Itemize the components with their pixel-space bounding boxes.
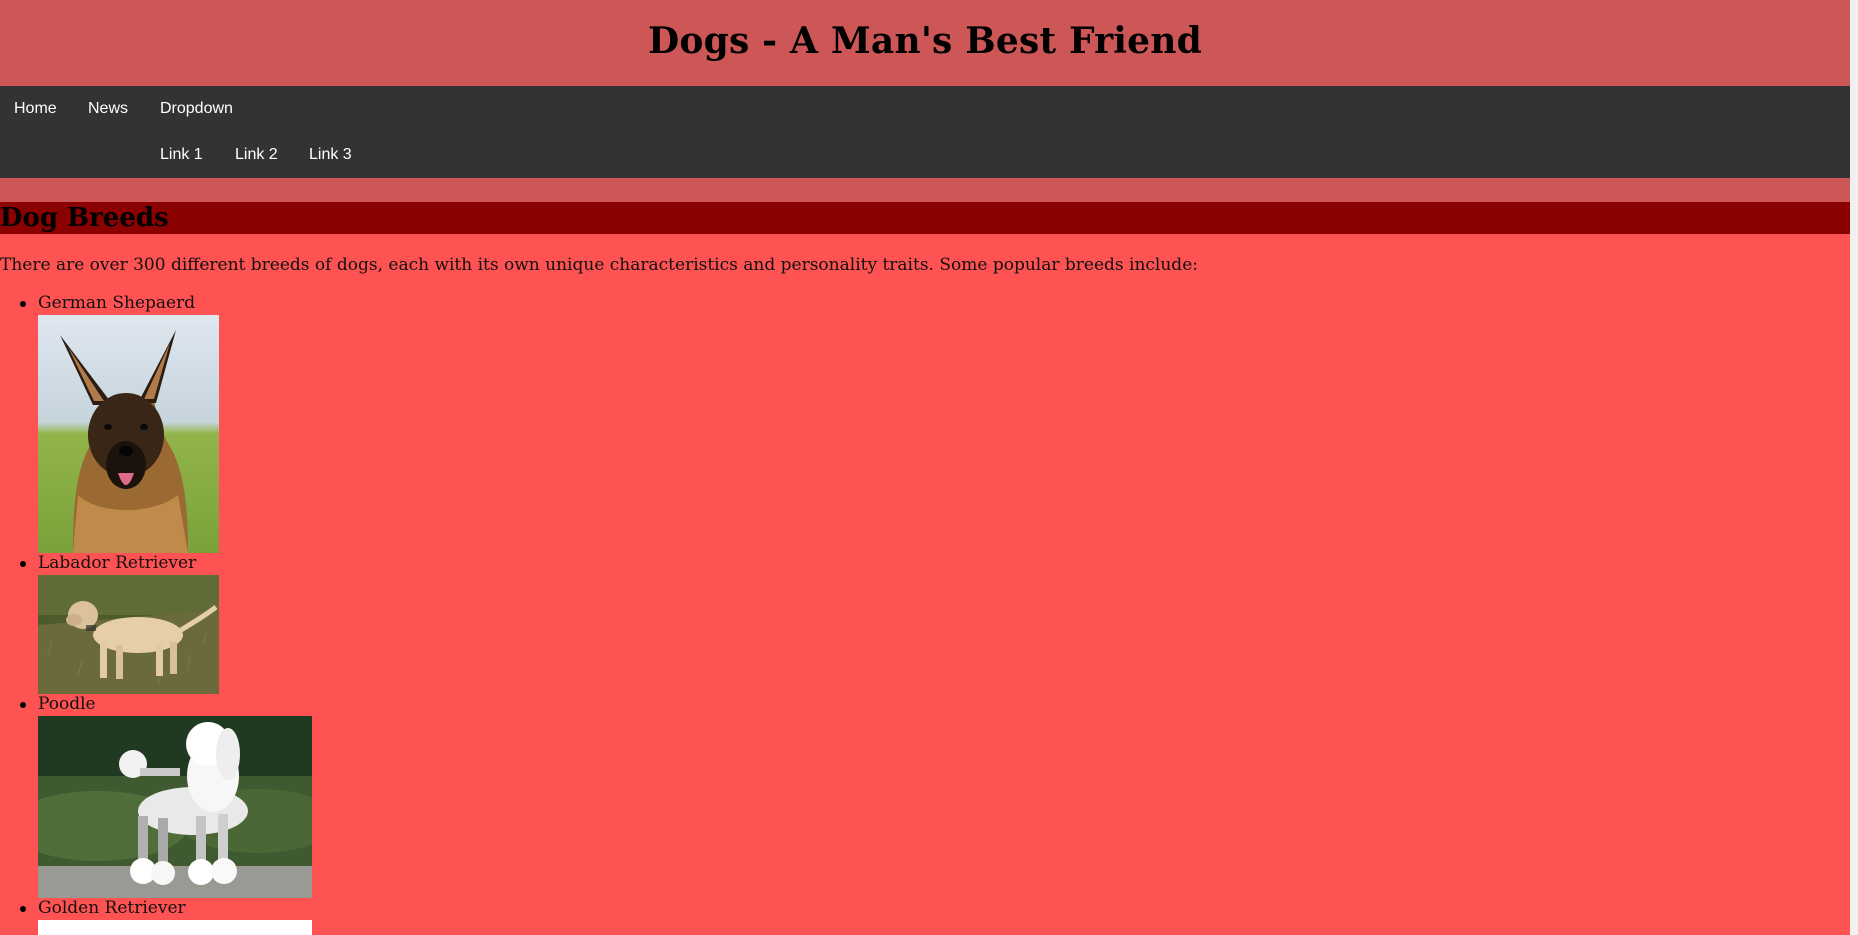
site-title: Dogs - A Man's Best Friend [647,20,1203,62]
breed-name: Labador Retriever [38,553,197,573]
dropdown-link-2[interactable]: Link 2 [235,132,278,178]
vertical-scrollbar[interactable] [1850,0,1858,935]
list-item: Golden Retriever [0,898,312,935]
dropdown-link-1[interactable]: Link 1 [160,132,203,178]
nav-dropdown-link[interactable]: Dropdown [160,86,233,132]
labrador-retriever-photo [38,575,219,694]
nav-home-link[interactable]: Home [14,86,57,132]
nav-gap [0,178,1850,202]
site-header: Dogs - A Man's Best Friend [0,0,1850,86]
breed-name: German Shepaerd [38,293,196,313]
bullet-icon [20,906,26,912]
intro-text: There are over 300 different breeds of d… [0,255,1198,275]
list-item: Labador Retriever [0,553,312,694]
dropdown-link-3[interactable]: Link 3 [309,132,352,178]
breed-name: Golden Retriever [38,898,186,918]
bullet-icon [20,301,26,307]
nav-news-link[interactable]: News [88,86,128,132]
list-item: Poodle [0,694,312,898]
breed-list: German Shepaerd Labador Retriever Poodle… [0,293,312,935]
bullet-icon [20,702,26,708]
navbar: Home News Dropdown Link 1 Link 2 Link 3 [0,86,1850,178]
breed-name: Poodle [38,694,96,714]
section-heading: Dog Breeds [0,202,1850,234]
page: Dogs - A Man's Best Friend Home News Dro… [0,0,1850,935]
list-item: German Shepaerd [0,293,312,553]
german-shepherd-photo [38,315,219,553]
golden-retriever-photo [38,920,312,935]
poodle-photo [38,716,312,898]
bullet-icon [20,561,26,567]
